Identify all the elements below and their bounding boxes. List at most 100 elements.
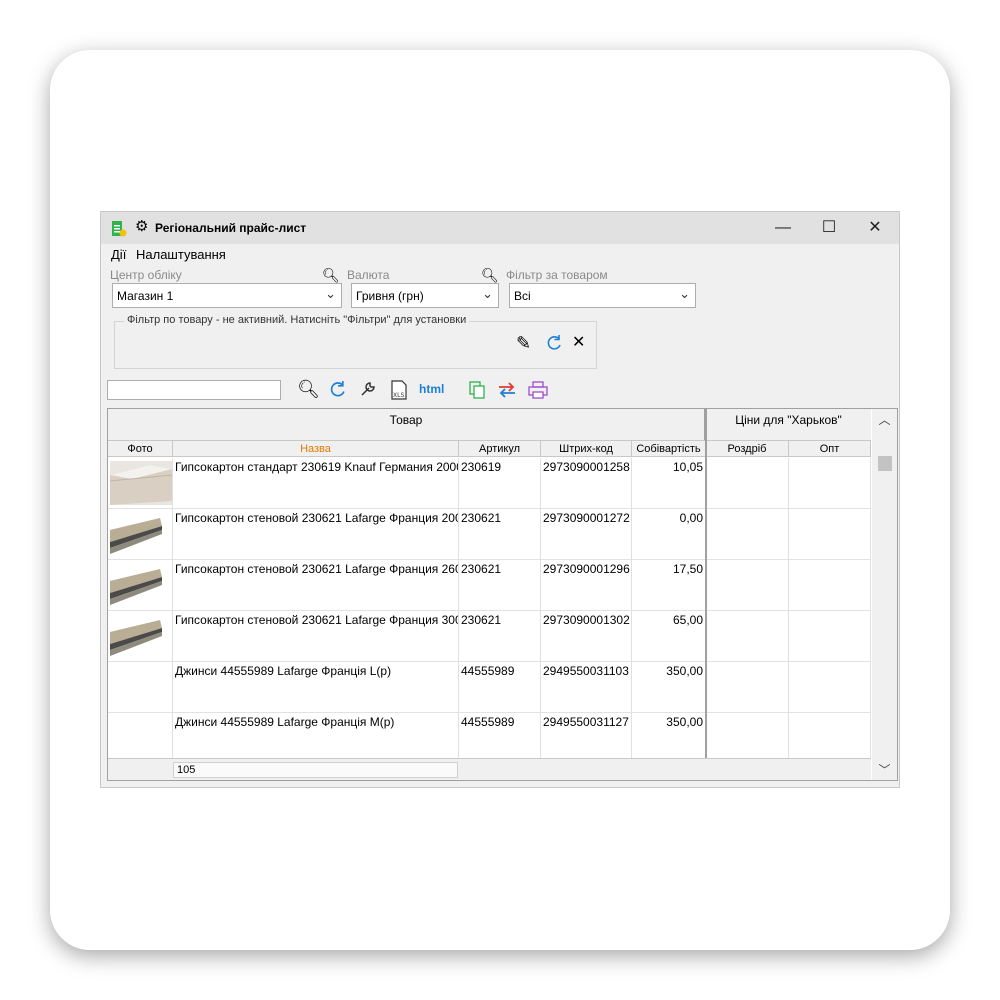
barcode-text: 2973090001258: [543, 460, 630, 474]
maximize-button[interactable]: ☐: [806, 212, 852, 244]
cell-name[interactable]: Джинси 44555989 Lafarge Франція M(p): [173, 713, 459, 764]
goods-filter-select[interactable]: Всі ⌄: [509, 283, 696, 308]
cell-article[interactable]: 230621: [459, 509, 541, 560]
cell-barcode[interactable]: 2973090001272: [541, 509, 632, 560]
cell-barcode[interactable]: 2973090001258: [541, 458, 632, 509]
cell-name[interactable]: Джинси 44555989 Lafarge Франція L(p): [173, 662, 459, 713]
cell-retail[interactable]: [706, 662, 789, 713]
cell-cost[interactable]: 10,05: [632, 458, 706, 509]
cell-article[interactable]: 44555989: [459, 713, 541, 764]
cell-article[interactable]: 230621: [459, 560, 541, 611]
refresh-icon[interactable]: [328, 380, 347, 399]
product-photo: [110, 563, 172, 607]
name-text: Гипсокартон стеновой 230621 Lafarge Фран…: [175, 613, 459, 627]
cell-article[interactable]: 230621: [459, 611, 541, 662]
column-header-retail[interactable]: Роздріб: [706, 441, 789, 457]
barcode-text: 2973090001302: [543, 613, 630, 627]
column-header-article[interactable]: Артикул: [459, 441, 541, 457]
grid-footer: 105: [108, 758, 871, 780]
cell-barcode[interactable]: 2973090001296: [541, 560, 632, 611]
name-text: Гипсокартон стеновой 230621 Lafarge Фран…: [175, 511, 459, 525]
center-search-icon[interactable]: 🔍︎: [322, 267, 340, 284]
scroll-down-arrow[interactable]: ﹀: [872, 761, 897, 778]
title-bar[interactable]: ⚙ Регіональний прайс-лист — ☐ ✕: [101, 212, 899, 244]
search-input[interactable]: [107, 380, 281, 400]
cell-retail[interactable]: [706, 458, 789, 509]
cell-cost[interactable]: 0,00: [632, 509, 706, 560]
barcode-text: 2973090001296: [543, 562, 630, 576]
cell-wholesale[interactable]: [789, 662, 871, 713]
cell-cost[interactable]: 65,00: [632, 611, 706, 662]
copy-icon[interactable]: [469, 381, 485, 399]
table-row[interactable]: Джинси 44555989 Lafarge Франція M(p) 4455…: [108, 713, 871, 764]
cell-photo[interactable]: [108, 611, 173, 662]
transfer-icon[interactable]: [498, 382, 516, 398]
edit-filter-icon[interactable]: ✎: [516, 334, 531, 352]
product-photo: [110, 461, 172, 505]
center-select[interactable]: Магазин 1 ⌄: [112, 283, 342, 308]
print-icon[interactable]: [528, 381, 548, 399]
scroll-thumb[interactable]: [878, 456, 892, 471]
cell-retail[interactable]: [706, 560, 789, 611]
cell-wholesale[interactable]: [789, 560, 871, 611]
cell-photo[interactable]: [108, 713, 173, 764]
article-text: 230621: [461, 562, 502, 576]
goods-filter-label: Фільтр за товаром: [506, 268, 608, 282]
column-header-barcode[interactable]: Штрих-код: [541, 441, 632, 457]
table-row[interactable]: Гипсокартон стеновой 230621 Lafarge Фран…: [108, 560, 871, 611]
refresh-filter-icon[interactable]: [545, 334, 563, 352]
wrench-icon[interactable]: [359, 380, 377, 398]
cell-cost[interactable]: 350,00: [632, 713, 706, 764]
cell-photo[interactable]: [108, 458, 173, 509]
name-text: Джинси 44555989 Lafarge Франція M(p): [175, 715, 395, 729]
product-photo: [110, 512, 172, 556]
cell-photo[interactable]: [108, 560, 173, 611]
cell-barcode[interactable]: 2949550031103: [541, 662, 632, 713]
cell-retail[interactable]: [706, 611, 789, 662]
table-row[interactable]: Гипсокартон стандарт 230619 Knauf Герман…: [108, 458, 871, 509]
table-row[interactable]: Гипсокартон стеновой 230621 Lafarge Фран…: [108, 509, 871, 560]
currency-search-icon[interactable]: 🔍︎: [481, 267, 499, 284]
scroll-up-arrow[interactable]: ︿: [872, 411, 897, 428]
column-header-name[interactable]: Назва: [173, 441, 459, 457]
cell-name[interactable]: Гипсокартон стеновой 230621 Lafarge Фран…: [173, 611, 459, 662]
export-html-button[interactable]: html: [419, 379, 444, 399]
gear-icon[interactable]: ⚙: [135, 218, 148, 236]
table-row[interactable]: Джинси 44555989 Lafarge Франція L(p) 4455…: [108, 662, 871, 713]
cell-barcode[interactable]: 2973090001302: [541, 611, 632, 662]
currency-select[interactable]: Гривня (грн) ⌄: [351, 283, 499, 308]
column-header-wholesale[interactable]: Опт: [789, 441, 871, 457]
cell-retail[interactable]: [706, 713, 789, 764]
menu-settings[interactable]: Налаштування: [136, 247, 226, 262]
export-xls-icon[interactable]: XLS: [390, 380, 408, 400]
article-text: 230621: [461, 613, 502, 627]
column-header-photo[interactable]: Фото: [108, 441, 173, 457]
center-label: Центр обліку: [110, 268, 182, 282]
cell-barcode[interactable]: 2949550031127: [541, 713, 632, 764]
cell-cost[interactable]: 350,00: [632, 662, 706, 713]
cell-wholesale[interactable]: [789, 509, 871, 560]
cell-article[interactable]: 44555989: [459, 662, 541, 713]
row-count: 105: [173, 762, 458, 778]
menu-actions[interactable]: Дії: [111, 247, 126, 262]
cell-name[interactable]: Гипсокартон стандарт 230619 Knauf Герман…: [173, 458, 459, 509]
cell-wholesale[interactable]: [789, 713, 871, 764]
cell-photo[interactable]: [108, 509, 173, 560]
minimize-button[interactable]: —: [760, 212, 806, 244]
cell-name[interactable]: Гипсокартон стеновой 230621 Lafarge Фран…: [173, 560, 459, 611]
clear-filter-icon[interactable]: ✕: [572, 334, 585, 352]
cell-article[interactable]: 230619: [459, 458, 541, 509]
column-header-cost[interactable]: Собівартість: [632, 441, 706, 457]
cell-wholesale[interactable]: [789, 611, 871, 662]
article-text: 44555989: [461, 715, 515, 729]
close-button[interactable]: ✕: [852, 212, 898, 244]
article-text: 230621: [461, 511, 502, 525]
vertical-scrollbar[interactable]: ︿ ﹀: [872, 409, 897, 780]
cell-name[interactable]: Гипсокартон стеновой 230621 Lafarge Фран…: [173, 509, 459, 560]
cell-wholesale[interactable]: [789, 458, 871, 509]
cell-photo[interactable]: [108, 662, 173, 713]
cell-retail[interactable]: [706, 509, 789, 560]
table-row[interactable]: Гипсокартон стеновой 230621 Lafarge Фран…: [108, 611, 871, 662]
search-icon[interactable]: 🔍︎: [297, 379, 320, 399]
cell-cost[interactable]: 17,50: [632, 560, 706, 611]
